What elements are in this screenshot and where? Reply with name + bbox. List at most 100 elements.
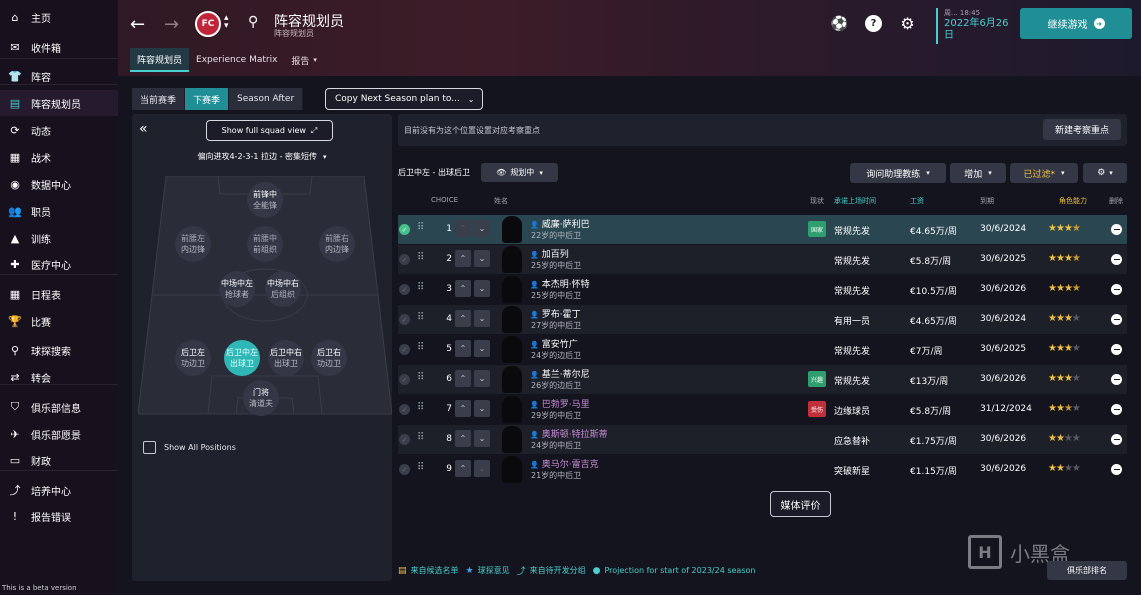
col-delete[interactable]: 删除 — [1109, 196, 1123, 206]
sidebar-item-finances[interactable]: ▭ 财政 — [0, 447, 118, 473]
plan-status-dropdown[interactable]: 👁 规划中 ▾ — [481, 163, 558, 182]
season-tab-current[interactable]: 当前赛季 — [132, 88, 186, 110]
date-display[interactable]: 周... 18:45 2022年6月26日 — [936, 8, 1010, 44]
col-role-ability[interactable]: 角色能力 — [1059, 196, 1087, 206]
table-row[interactable]: ✓ ⠿ 1 ⌃ ⌄ 👤 威廉·萨利巴 22岁的中后卫 国家 常规先发 €4.65万/周 30/6/20… — [398, 215, 1127, 244]
table-row[interactable]: ✓ ⠿ 8 ⌃ ⌄ 👤 奥斯顿·特拉斯蒂 24岁的中后卫 应急替补 €1.75万/周 30/6/20… — [398, 425, 1127, 454]
sidebar-item-tactics[interactable]: ▦ 战术 — [0, 144, 118, 170]
formation-selector[interactable]: 偏向进攻4-2-3-1 拉边 - 密集短传 ▾ — [132, 151, 392, 162]
checkbox[interactable] — [143, 441, 156, 454]
forward-arrow-icon[interactable]: → — [164, 14, 179, 35]
media-evaluation-button[interactable]: 媒体评价 — [770, 491, 831, 517]
move-down-button[interactable]: ⌄ — [474, 430, 490, 447]
pitch-position[interactable]: 后卫中右 出球卫 — [268, 340, 304, 376]
sidebar-item-shirt[interactable]: 👕 阵容 — [0, 63, 118, 89]
pitch-position[interactable]: 前腰右 内边锋 — [319, 226, 355, 262]
player-name[interactable]: 👤 本杰明·怀特 — [530, 277, 590, 290]
drag-handle-icon[interactable]: ⠿ — [417, 342, 424, 353]
selected-check-icon[interactable]: ✓ — [399, 314, 410, 325]
move-up-button[interactable]: ⌃ — [455, 430, 471, 447]
show-all-positions-checkbox[interactable]: Show All Positions — [143, 441, 236, 454]
player-name[interactable]: 👤 加百列 — [530, 247, 569, 260]
move-down-button[interactable]: ⌄ — [474, 340, 490, 357]
pitch-position[interactable]: 门将 清道夫 — [243, 380, 279, 416]
drag-handle-icon[interactable]: ⠿ — [417, 282, 424, 293]
player-name[interactable]: 👤 奥斯顿·特拉斯蒂 — [530, 427, 608, 440]
sidebar-item-dynamics[interactable]: ⟳ 动态 — [0, 117, 118, 143]
remove-icon[interactable] — [1111, 344, 1122, 355]
sidebar-item-transfers[interactable]: ⇄ 转会 — [0, 364, 118, 390]
remove-icon[interactable] — [1111, 224, 1122, 235]
drag-handle-icon[interactable]: ⠿ — [417, 222, 424, 233]
season-tab-next[interactable]: 下赛季 — [185, 88, 230, 110]
collapse-double-chevron-icon[interactable]: « — [139, 121, 148, 137]
selected-check-icon[interactable]: ✓ — [399, 284, 410, 295]
season-tab-after[interactable]: Season After — [229, 88, 304, 110]
move-up-button[interactable]: ⌃ — [455, 250, 471, 267]
move-down-button[interactable]: ⌄ — [474, 280, 490, 297]
show-full-squad-button[interactable]: Show full squad view ⤢ — [206, 120, 333, 141]
move-up-button[interactable]: ⌃ — [455, 310, 471, 327]
move-down-button[interactable]: ⌄ — [474, 250, 490, 267]
drag-handle-icon[interactable]: ⠿ — [417, 252, 424, 263]
settings-gear-icon[interactable]: ⚙ — [899, 14, 916, 33]
player-name[interactable]: 👤 富安竹广 — [530, 337, 578, 350]
move-down-button[interactable]: ⌄ — [474, 400, 490, 417]
add-dropdown[interactable]: 增加 ▾ — [950, 163, 1006, 183]
sidebar-item-inbox[interactable]: ✉ 收件箱 — [0, 34, 118, 60]
tab-reports[interactable]: 报告 ▾ — [284, 48, 324, 72]
table-settings-dropdown[interactable]: ⚙ ▾ — [1083, 163, 1127, 183]
pitch-position[interactable]: 中场中左 抢球者 — [219, 271, 255, 307]
drag-handle-icon[interactable]: ⠿ — [417, 432, 424, 443]
new-scouting-focus-button[interactable]: 新建考察重点 — [1043, 119, 1121, 140]
selected-check-icon[interactable]: ✓ — [399, 464, 410, 475]
table-row[interactable]: ✓ ⠿ 3 ⌃ ⌄ 👤 本杰明·怀特 25岁的中后卫 常规先发 €10.5万/周 30/6/2026… — [398, 275, 1127, 304]
table-row[interactable]: ✓ ⠿ 5 ⌃ ⌄ 👤 富安竹广 24岁的边后卫 常规先发 €7万/周 30/6/2025 ★★★★ — [398, 335, 1127, 364]
move-down-button[interactable]: ⌄ — [474, 220, 490, 237]
pitch-position[interactable]: 前锋中 全能锋 — [247, 182, 283, 218]
selected-check-icon[interactable]: ✓ — [399, 344, 410, 355]
selected-check-icon[interactable]: ✓ — [399, 374, 410, 385]
remove-icon[interactable] — [1111, 254, 1122, 265]
tab-experience-matrix[interactable]: Experience Matrix — [189, 48, 284, 72]
table-row[interactable]: ✓ ⠿ 9 ⌃ ⌄ 👤 奥马尔·雷吉克 21岁的中后卫 突破新星 €1.15万/周 30/6/202… — [398, 455, 1127, 484]
table-row[interactable]: ✓ ⠿ 6 ⌃ ⌄ 👤 基兰·蒂尔尼 26岁的边后卫 兴趣 常规先发 €13万/周 30/6/2026… — [398, 365, 1127, 394]
remove-icon[interactable] — [1111, 374, 1122, 385]
col-expires[interactable]: 到期 — [980, 196, 994, 206]
sidebar-item-staff[interactable]: 👥 职员 — [0, 198, 118, 224]
club-ranking-button[interactable]: 俱乐部排名 — [1047, 561, 1127, 580]
sidebar-item-report-bug[interactable]: ! 报告错误 — [0, 503, 118, 529]
sidebar-item-data-hub[interactable]: ◉ 数据中心 — [0, 171, 118, 197]
move-up-button[interactable]: ⌃ — [455, 220, 471, 237]
search-icon[interactable]: ⚲ — [248, 14, 258, 30]
sidebar-item-development[interactable]: ⤴ 培养中心 — [0, 477, 118, 503]
move-up-button[interactable]: ⌃ — [455, 370, 471, 387]
copy-plan-dropdown[interactable]: Copy Next Season plan to... ⌄ — [325, 88, 483, 110]
col-status[interactable]: 现状 — [810, 196, 824, 206]
sidebar-item-medical[interactable]: ✚ 医疗中心 — [0, 251, 118, 277]
pitch-position[interactable]: 后卫右 功边卫 — [311, 340, 347, 376]
player-name[interactable]: 👤 奥马尔·雷吉克 — [530, 457, 599, 470]
tab-squad-planner[interactable]: 阵容规划员 — [130, 48, 190, 72]
selected-check-icon[interactable]: ✓ — [399, 224, 410, 235]
move-up-button[interactable]: ⌃ — [455, 460, 471, 477]
pitch-position[interactable]: 前腰中 前组织 — [247, 226, 283, 262]
move-down-button[interactable]: ⌄ — [474, 310, 490, 327]
ask-coach-dropdown[interactable]: 询问助理教练 ▾ — [850, 163, 946, 183]
selected-check-icon[interactable]: ✓ — [399, 434, 410, 445]
table-row[interactable]: ✓ ⠿ 7 ⌃ ⌄ 👤 巴勃罗·马里 29岁的中后卫 受伤 边缘球员 €5.8万/周 31/12/20… — [398, 395, 1127, 424]
drag-handle-icon[interactable]: ⠿ — [417, 312, 424, 323]
club-switch-icon[interactable]: ▴ ▾ — [224, 14, 229, 31]
continue-button[interactable]: 继续游戏 ➜ — [1020, 8, 1132, 39]
drag-handle-icon[interactable]: ⠿ — [417, 402, 424, 413]
player-name[interactable]: 👤 基兰·蒂尔尼 — [530, 367, 590, 380]
remove-icon[interactable] — [1111, 434, 1122, 445]
help-icon[interactable]: ? — [865, 15, 882, 32]
club-badge[interactable]: FC — [195, 11, 221, 37]
table-row[interactable]: ✓ ⠿ 4 ⌃ ⌄ 👤 罗布·霍丁 27岁的中后卫 有用一员 €4.65万/周 30/6/2024 ★… — [398, 305, 1127, 334]
remove-icon[interactable] — [1111, 404, 1122, 415]
table-row[interactable]: ✓ ⠿ 2 ⌃ ⌄ 👤 加百列 25岁的中后卫 常规先发 €5.8万/周 30/6/2025 ★★★★ — [398, 245, 1127, 274]
remove-icon[interactable] — [1111, 464, 1122, 475]
selected-check-icon[interactable]: ✓ — [399, 254, 410, 265]
sidebar-item-club-vision[interactable]: ✈ 俱乐部愿景 — [0, 421, 118, 447]
